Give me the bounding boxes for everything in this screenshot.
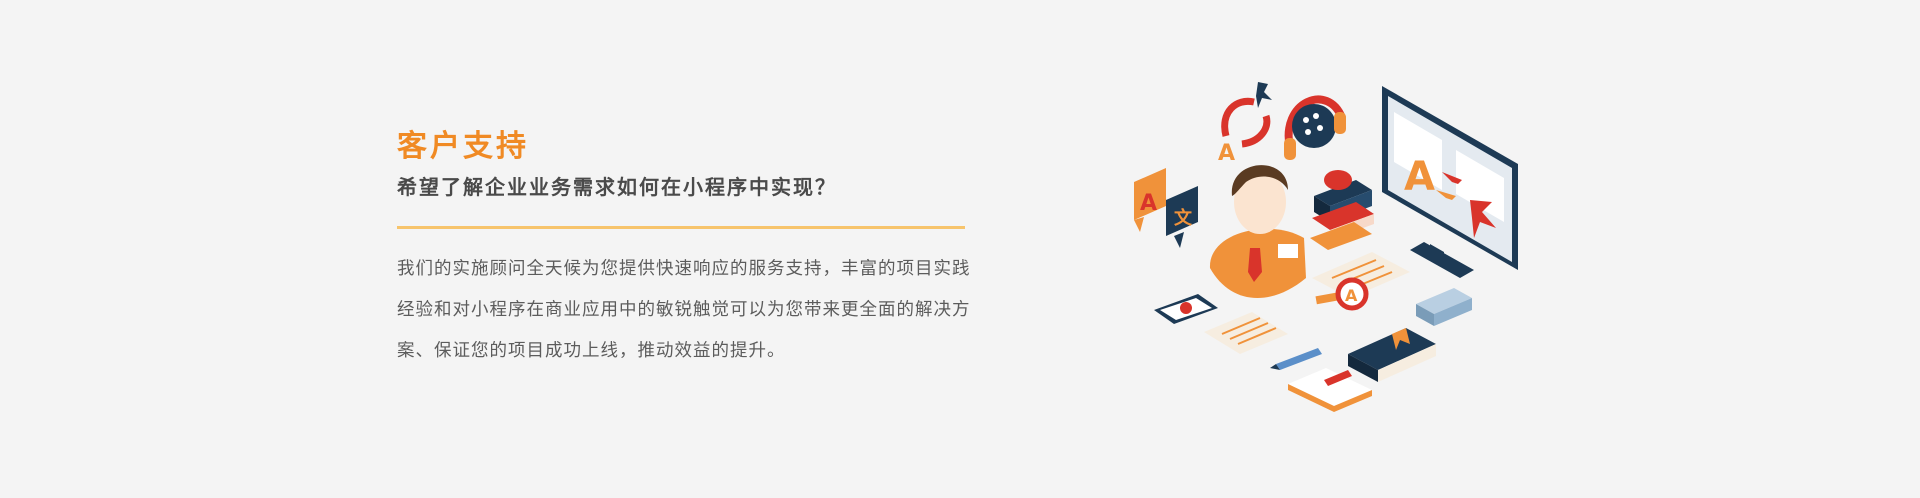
smartphone-icon	[1154, 294, 1218, 324]
open-book-icon	[1288, 368, 1372, 412]
translate-cycle-icon: A	[1218, 82, 1272, 166]
section-subtitle: 希望了解企业业务需求如何在小程序中实现？	[397, 175, 837, 199]
chat-bubble-icon: A 文	[1134, 168, 1198, 248]
svg-text:A: A	[1218, 141, 1235, 166]
dictionary-stack-icon	[1310, 170, 1374, 250]
dictionary-book-icon	[1348, 328, 1436, 382]
title-divider	[397, 226, 965, 229]
svg-text:A: A	[1140, 191, 1157, 216]
support-text-block: 客户支持 希望了解企业业务需求如何在小程序中实现？ 我们的实施顾问全天候为您提供…	[397, 126, 977, 372]
section-title: 客户支持	[397, 129, 529, 164]
support-agent-icon	[1209, 165, 1306, 299]
translate-card-icon	[1416, 288, 1472, 326]
svg-text:文: 文	[1174, 207, 1193, 229]
headset-icon	[1284, 95, 1346, 160]
svg-text:A: A	[1404, 154, 1435, 200]
section-description: 我们的实施顾问全天候为您提供快速响应的服务支持，丰富的项目实践经验和对小程序在商…	[397, 259, 971, 361]
svg-text:A: A	[1345, 286, 1358, 305]
magnifier-icon: A	[1315, 277, 1369, 311]
customer-support-illustration-icon: A A A 文 A	[1134, 82, 1518, 412]
customer-support-section: 客户支持 希望了解企业业务需求如何在小程序中实现？ 我们的实施顾问全天候为您提供…	[0, 0, 1920, 498]
pen-icon	[1270, 348, 1322, 370]
monitor-icon: A	[1382, 86, 1518, 278]
